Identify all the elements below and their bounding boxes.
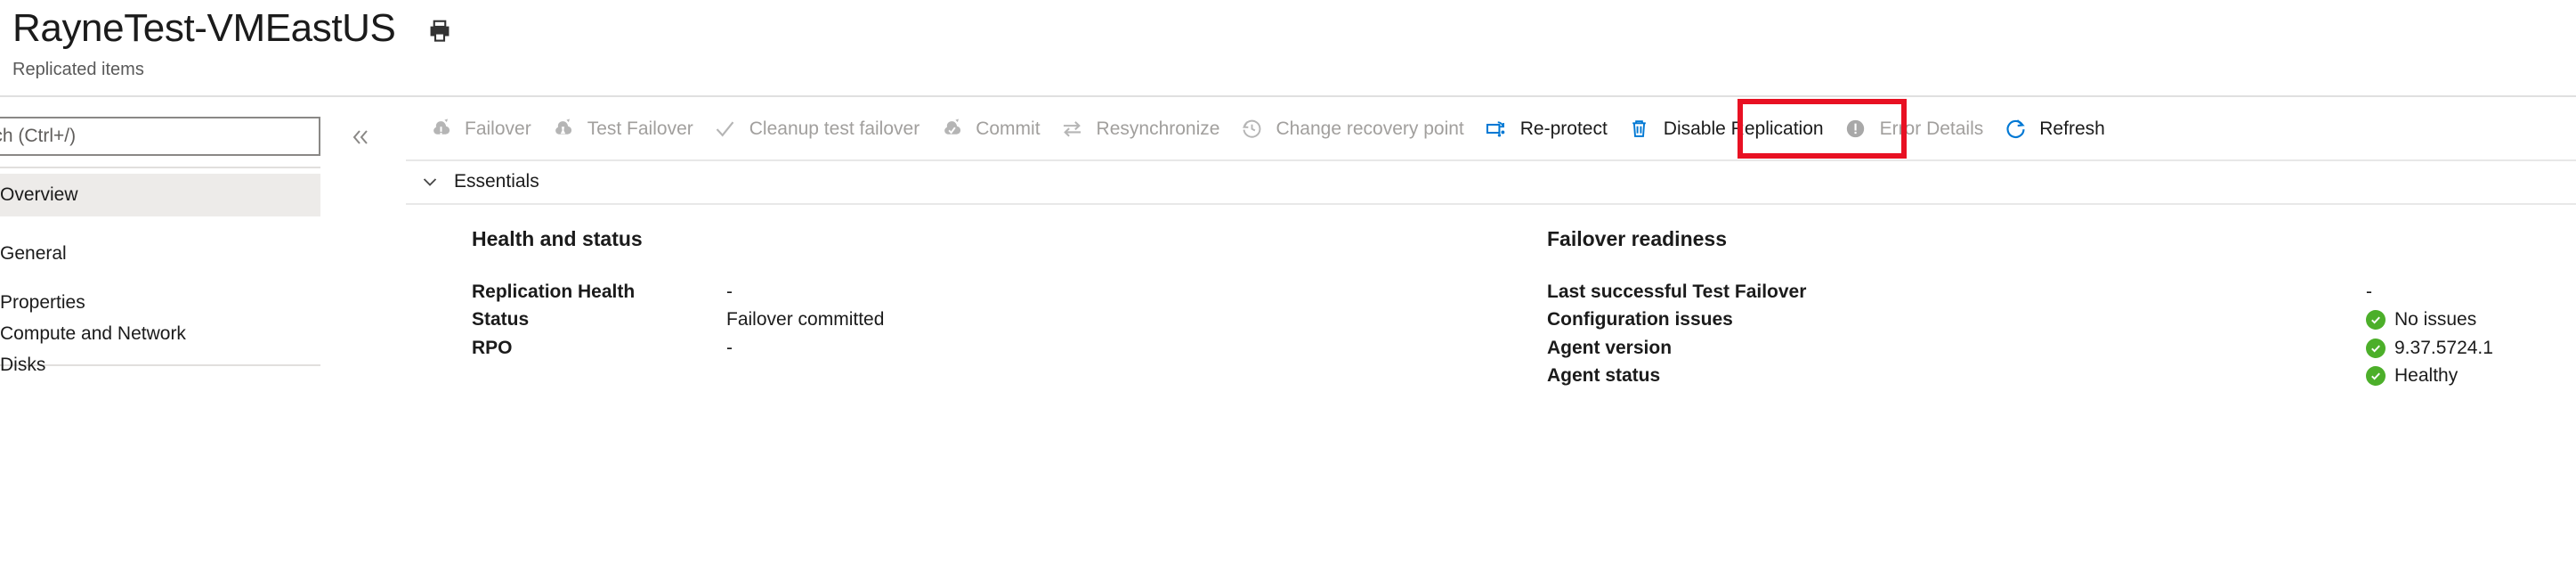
title-row: RayneTest-VMEastUS (12, 5, 453, 52)
command-label: Test Failover (587, 118, 693, 139)
property-row-last-successful-test-failover: Last successful Test Failover - (1547, 278, 2576, 306)
refresh-icon (2003, 117, 2028, 142)
property-value: No issues (2366, 309, 2576, 330)
replicated-item-blade: RayneTest-VMEastUS Replicated items Sear… (0, 0, 2576, 563)
property-value: 9.37.5724.1 (2366, 338, 2576, 359)
sidebar: Overview General Properties Compute and … (0, 97, 405, 563)
test-failover-button[interactable]: Test Failover (541, 103, 703, 155)
sidebar-item-label: Disks (0, 355, 46, 375)
checkmark-icon (713, 117, 738, 142)
command-label: Cleanup test failover (749, 118, 920, 139)
command-label: Re-protect (1519, 118, 1608, 139)
commit-button[interactable]: Commit (929, 103, 1049, 155)
property-key: Configuration issues (1547, 309, 1733, 330)
property-value: Failover committed (726, 309, 885, 330)
re-protect-icon (1484, 117, 1509, 142)
command-label: Disable Replication (1663, 118, 1824, 139)
status-ok-icon (2366, 366, 2386, 386)
resynchronize-icon (1060, 117, 1085, 142)
search-input[interactable] (0, 117, 320, 156)
command-label: Error Details (1879, 118, 1984, 139)
property-key: Last successful Test Failover (1547, 282, 1807, 302)
property-row-agent-status: Agent status Healthy (1547, 362, 2576, 390)
resynchronize-button[interactable]: Resynchronize (1050, 103, 1230, 155)
failover-button[interactable]: Failover (418, 103, 541, 155)
property-value: Healthy (2366, 365, 2576, 387)
property-value: - (2366, 282, 2372, 302)
sidebar-section-general: General (0, 234, 320, 273)
property-key: Agent status (1547, 365, 1661, 386)
change-recovery-point-button[interactable]: Change recovery point (1229, 103, 1473, 155)
command-label: Commit (976, 118, 1041, 139)
command-label: Resynchronize (1096, 118, 1220, 139)
essentials-grid: Health and status Replication Health - S… (406, 205, 2576, 563)
property-row-rpo: RPO - (472, 334, 1451, 363)
refresh-button[interactable]: Refresh (1993, 103, 2115, 155)
commit-icon (939, 117, 964, 142)
error-circle-icon (1843, 117, 1868, 142)
failover-icon (428, 117, 453, 142)
search-wrapper (0, 117, 320, 156)
print-icon[interactable] (426, 18, 453, 45)
chevron-down-icon (418, 170, 441, 193)
cleanup-test-failover-button[interactable]: Cleanup test failover (703, 103, 929, 155)
property-key: Replication Health (472, 282, 636, 302)
status-ok-icon (2366, 339, 2386, 358)
page-title: RayneTest-VMEastUS (12, 6, 396, 50)
command-label: Change recovery point (1276, 118, 1464, 139)
blade-header: RayneTest-VMEastUS Replicated items (0, 0, 2576, 97)
sidebar-section-label: General (0, 243, 67, 264)
sidebar-item-disks[interactable]: Disks (0, 344, 320, 387)
failover-readiness-column: Failover readiness Last successful Test … (1509, 205, 2576, 563)
disable-replication-button[interactable]: Disable Replication (1617, 103, 1834, 155)
essentials-toggle[interactable]: Essentials (406, 160, 2576, 203)
sidebar-item-label: Overview (0, 184, 78, 205)
property-value: - (726, 338, 733, 358)
property-key: Agent version (1547, 338, 1673, 358)
content-area: Failover Test Failover Cleanup test fail… (406, 97, 2576, 563)
re-protect-button[interactable]: Re-protect (1474, 103, 1617, 155)
command-bar: Failover Test Failover Cleanup test fail… (406, 97, 2576, 160)
essentials-label: Essentials (454, 171, 539, 192)
column-title: Failover readiness (1547, 227, 1727, 250)
sidebar-item-label: Properties (0, 292, 85, 313)
property-value: - (726, 282, 733, 302)
property-key: Status (472, 309, 530, 330)
chevron-double-left-icon[interactable] (345, 124, 376, 151)
command-label: Refresh (2039, 118, 2105, 139)
sidebar-item-overview[interactable]: Overview (0, 174, 320, 216)
property-row-agent-version: Agent version 9.37.5724.1 (1547, 334, 2576, 363)
clock-history-icon (1239, 117, 1264, 142)
health-and-status-column: Health and status Replication Health - S… (406, 205, 1509, 563)
status-ok-icon (2366, 310, 2386, 330)
property-key: RPO (472, 338, 513, 358)
sidebar-item-label: Compute and Network (0, 323, 186, 344)
error-details-button[interactable]: Error Details (1834, 103, 1994, 155)
page-subtitle: Replicated items (12, 60, 144, 79)
command-label: Failover (465, 118, 531, 139)
property-row-replication-health: Replication Health - (472, 278, 1451, 306)
column-title: Health and status (472, 227, 643, 250)
property-row-configuration-issues: Configuration issues No issues (1547, 306, 2576, 334)
sidebar-divider-top (0, 167, 320, 168)
test-failover-icon (551, 117, 576, 142)
trash-icon (1627, 117, 1652, 142)
property-row-status: Status Failover committed (472, 306, 1451, 334)
